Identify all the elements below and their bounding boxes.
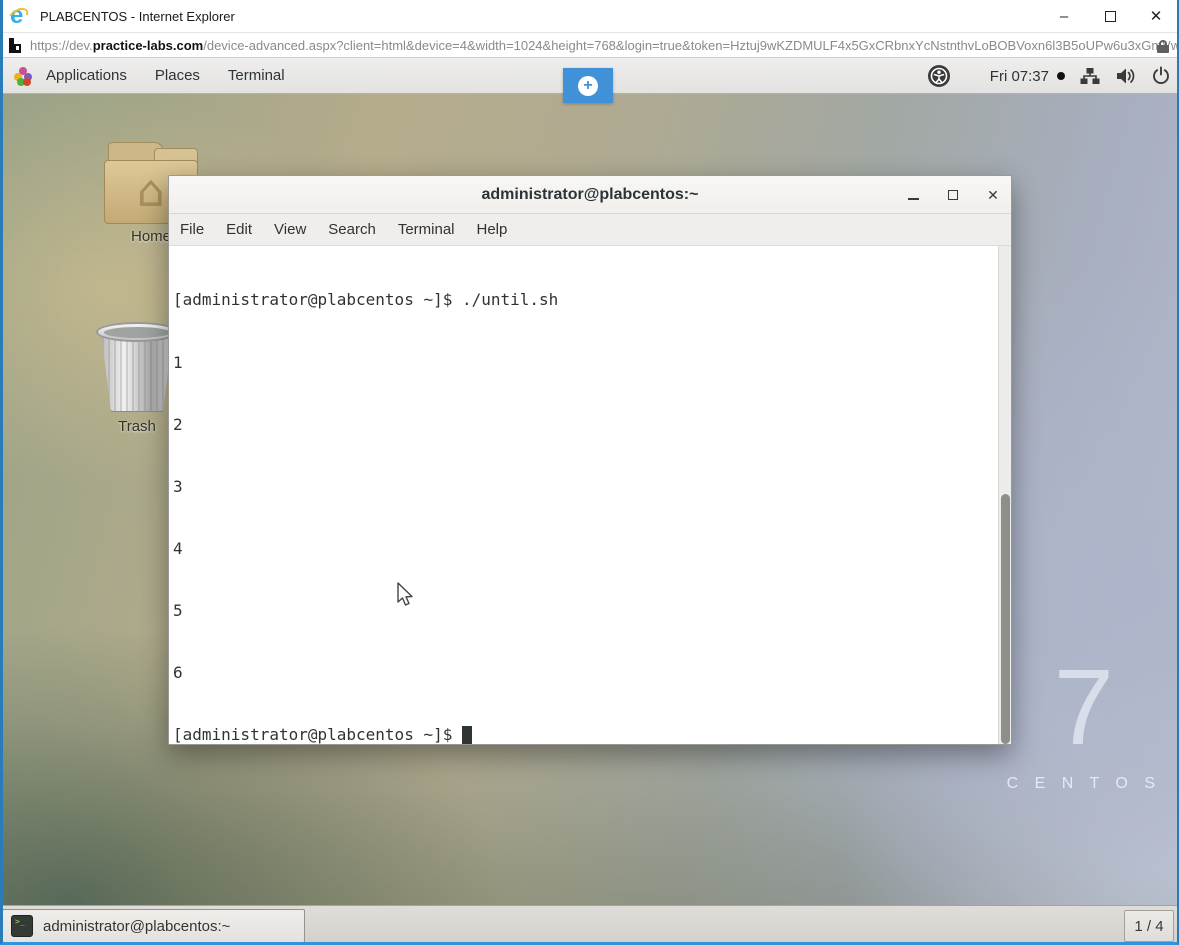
url-domain: practice-labs.com [92,37,204,53]
ie-window-title: PLABCENTOS - Internet Explorer [40,8,235,24]
terminal-app-icon: >_ [11,915,33,937]
terminal-line: 6 [173,662,183,682]
ssl-lock-icon [1157,40,1169,53]
ie-browser-window: e PLABCENTOS - Internet Explorer – ✕ htt… [0,0,1179,945]
terminal-scrollbar[interactable] [998,246,1011,744]
taskbar-item-terminal[interactable]: >_ administrator@plabcentos:~ [2,909,305,943]
taskbar-item-label: administrator@plabcentos:~ [43,917,231,935]
ie-address-bar[interactable]: https://dev.practice-labs.com/device-adv… [0,32,1179,58]
terminal-line: 2 [173,414,183,434]
notification-dot-icon [1057,72,1065,80]
workspace-pager[interactable]: 1 / 4 [1124,910,1174,942]
mouse-cursor-icon [394,582,418,615]
topbar-status-area: Fri 07:37 [927,58,1171,94]
favicon-shape [16,45,19,50]
terminal-minimize-button[interactable] [905,187,921,203]
centos-7-number: 7 [1053,646,1114,767]
url-subdomain: dev. [69,37,93,53]
terminal-menu-search[interactable]: Search [317,214,387,246]
terminal-menu-edit[interactable]: Edit [215,214,263,246]
taskbar: >_ administrator@plabcentos:~ 1 / 4 [0,905,1179,945]
ie-minimize-button[interactable]: – [1041,0,1087,32]
accessibility-icon[interactable] [927,65,950,87]
terminal-scrollbar-thumb[interactable] [1001,494,1010,744]
internet-explorer-icon: e [6,2,31,29]
clock-widget[interactable]: Fri 07:37 [990,68,1065,85]
terminal-cursor [461,726,472,744]
terminal-close-button[interactable]: ✕ [985,187,1001,203]
terminal-window-controls: ✕ [905,176,1001,214]
house-glyph-icon: ⌂ [137,166,165,217]
terminal-menubar: File Edit View Search Terminal Help [169,214,1011,246]
ie-window-controls: – ✕ [1041,0,1179,32]
terminal-menu-help[interactable]: Help [466,214,519,246]
menu-terminal[interactable]: Terminal [214,58,299,94]
url-path: /device-advanced.aspx?client=html&device… [203,37,1179,53]
terminal-titlebar[interactable]: administrator@plabcentos:~ ✕ [169,176,1011,214]
terminal-menu-view[interactable]: View [263,214,317,246]
maximize-icon [948,190,958,200]
power-icon[interactable] [1151,66,1171,86]
terminal-line: [administrator@plabcentos ~]$ ./until.sh [173,290,559,310]
terminal-window: administrator@plabcentos:~ ✕ File Edit V… [168,175,1012,745]
clock-text: Fri 07:37 [989,67,1049,85]
ie-close-button[interactable]: ✕ [1133,0,1179,32]
centos-watermark: 7 C E N T O S [1007,653,1161,793]
menu-places[interactable]: Places [141,58,214,94]
trash-rim-inner [104,327,170,338]
volume-icon[interactable] [1115,66,1137,86]
terminal-line: 5 [173,600,183,620]
network-icon[interactable] [1079,66,1101,86]
url-scheme: https:// [30,37,70,53]
ie-maximize-button[interactable] [1087,0,1133,32]
menu-applications[interactable]: Applications [32,58,141,94]
site-favicon [9,37,21,53]
plus-glyph: + [583,76,593,94]
lab-toolbar-expand-button[interactable]: + [563,68,613,103]
plus-circle-icon: + [578,75,598,96]
terminal-prompt-line: [administrator@plabcentos ~]$ [173,725,995,744]
maximize-icon [1104,10,1116,22]
minimize-icon [907,198,919,200]
applications-menu-icon [14,66,32,86]
lock-body [1157,45,1169,53]
trash-body [101,332,173,412]
desktop: ⌂ Home Trash 7 C E N T O S administrator… [0,94,1179,905]
centos-brand-text: C E N T O S [1006,775,1161,792]
terminal-menu-file[interactable]: File [169,214,215,246]
terminal-line: 4 [173,538,183,558]
terminal-line: 3 [173,476,183,496]
terminal-output[interactable]: [administrator@plabcentos ~]$ ./until.sh… [169,246,1011,744]
terminal-menu-terminal[interactable]: Terminal [387,214,466,246]
url-text[interactable]: https://dev.practice-labs.com/device-adv… [30,38,1179,53]
terminal-prompt: [administrator@plabcentos ~]$ [173,725,462,744]
terminal-icon-glyph: >_ [15,917,25,926]
ie-titlebar: e PLABCENTOS - Internet Explorer – ✕ [0,0,1179,32]
terminal-maximize-button[interactable] [945,187,961,203]
terminal-line: 1 [173,352,183,372]
terminal-window-title: administrator@plabcentos:~ [481,185,699,203]
